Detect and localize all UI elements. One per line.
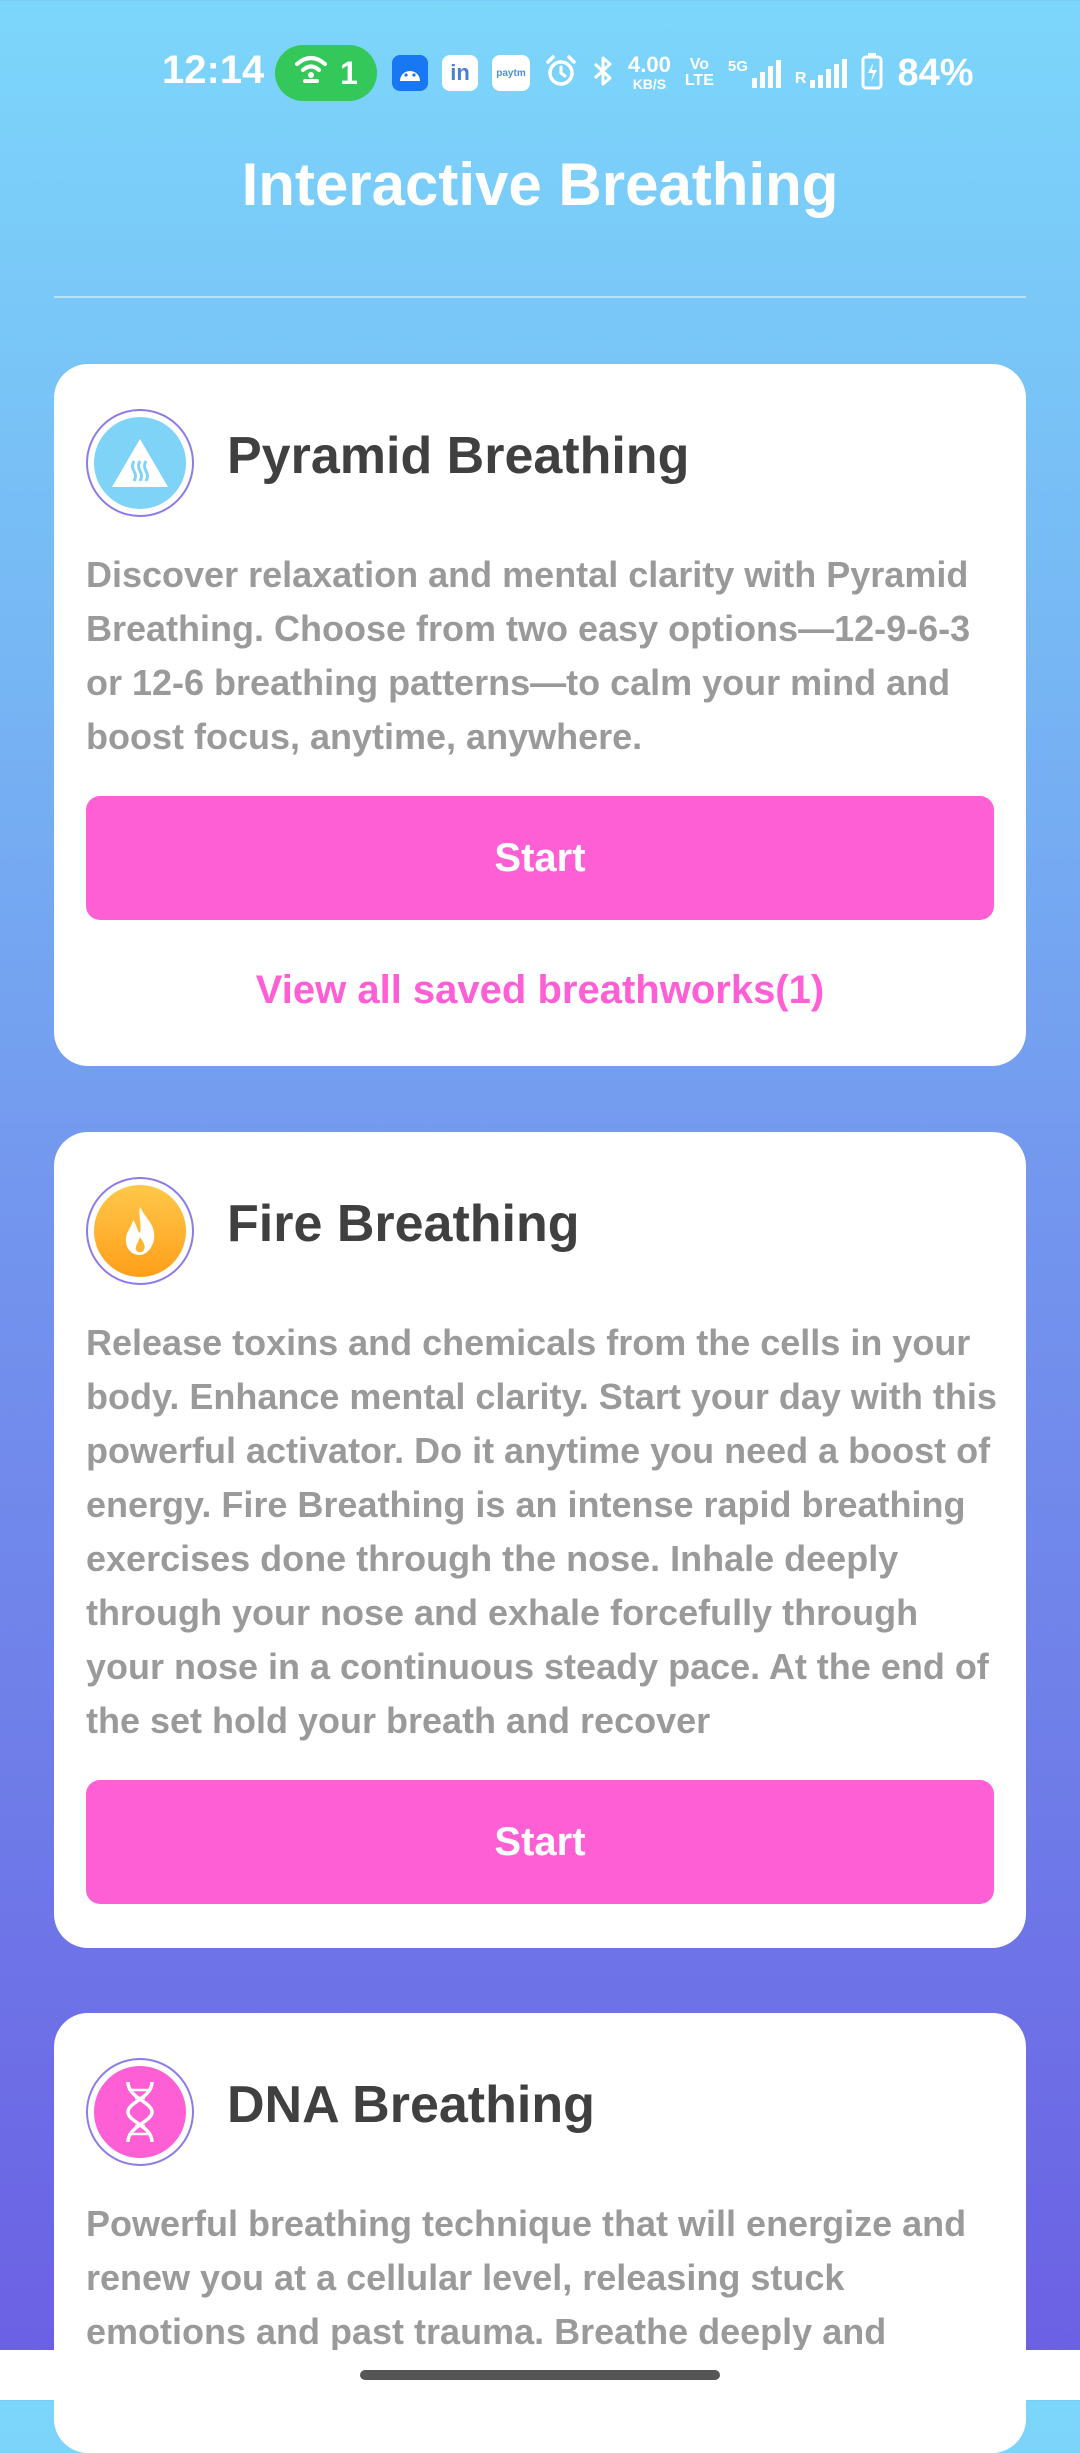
view-saved-breathworks-link[interactable]: View all saved breathworks(1)	[54, 968, 1026, 1013]
bluetooth-icon	[592, 54, 614, 93]
start-button[interactable]: Start	[86, 1780, 994, 1904]
status-bar: 12:14 1 in paytm 4.00 KB/S Vo LTE 5G R 8…	[0, 0, 1080, 146]
card-description: Powerful breathing technique that will e…	[86, 2203, 967, 2352]
paytm-icon: paytm	[492, 55, 530, 91]
net-speed: 4.00 KB/S	[628, 52, 671, 93]
pyramid-breathing-card: Pyramid Breathing Discover relaxation an…	[54, 364, 1026, 1066]
hotspot-indicator[interactable]: 1	[275, 45, 377, 101]
wifi-hotspot-icon	[294, 54, 328, 92]
card-description: Discover relaxation and mental clarity w…	[86, 554, 971, 757]
status-icons: in paytm 4.00 KB/S Vo LTE 5G R 84%	[392, 50, 974, 96]
pyramid-icon	[86, 409, 194, 517]
start-button[interactable]: Start	[86, 796, 994, 920]
card-title: Pyramid Breathing	[227, 427, 690, 485]
card-title: DNA Breathing	[227, 2076, 595, 2134]
linkedin-icon: in	[442, 55, 478, 91]
page-title: Interactive Breathing	[241, 151, 839, 218]
card-description: Release toxins and chemicals from the ce…	[86, 1322, 997, 1741]
card-title: Fire Breathing	[227, 1195, 580, 1253]
flame-icon	[86, 1177, 194, 1285]
home-gesture-bar[interactable]	[360, 2370, 720, 2380]
volte-indicator: Vo LTE	[684, 56, 714, 89]
alarm-icon	[544, 54, 578, 93]
signal-roaming-icon: R	[795, 58, 848, 88]
battery-icon	[861, 52, 883, 95]
header-divider	[54, 296, 1026, 298]
battery-percentage: 84%	[897, 51, 974, 94]
signal-5g-icon: 5G	[728, 58, 781, 88]
dna-icon	[86, 2058, 194, 2166]
android-icon	[392, 55, 428, 91]
status-time: 12:14	[162, 48, 265, 92]
fire-breathing-card: Fire Breathing Release toxins and chemic…	[54, 1132, 1026, 1948]
hotspot-count: 1	[340, 54, 358, 91]
